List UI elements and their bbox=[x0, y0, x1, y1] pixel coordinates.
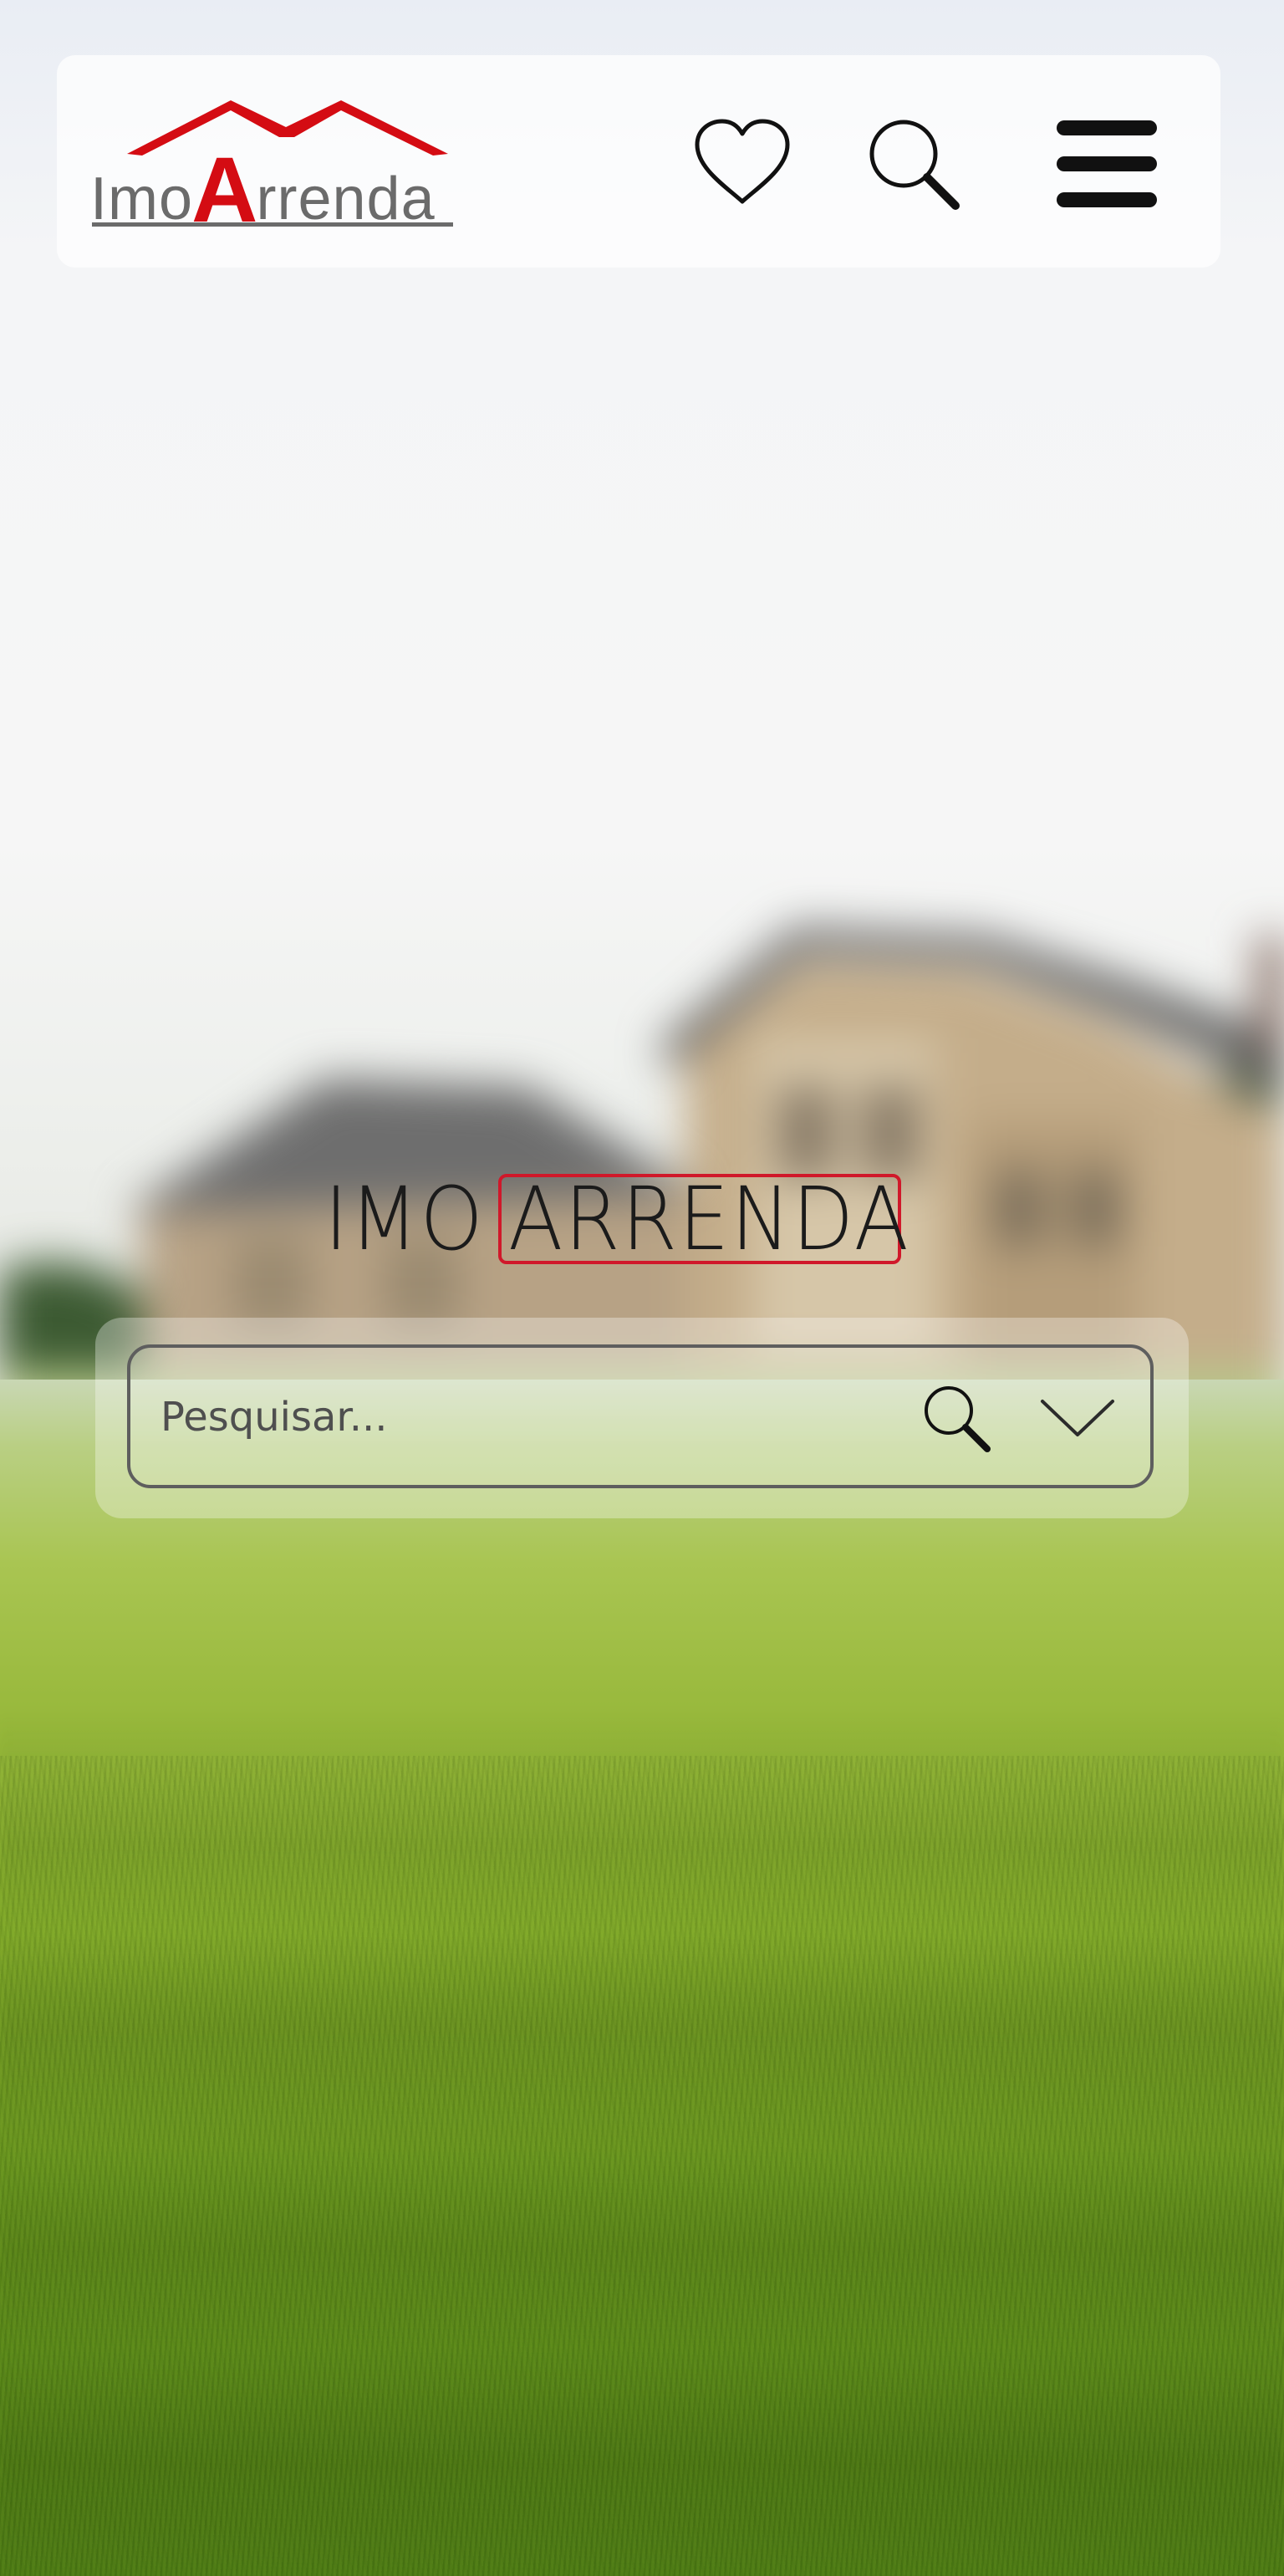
favorites-button[interactable] bbox=[692, 114, 792, 214]
chevron-down-icon bbox=[1041, 1400, 1114, 1436]
search-box bbox=[127, 1344, 1154, 1488]
menu-button[interactable] bbox=[1057, 114, 1157, 214]
logo-highlight-letter: A bbox=[191, 138, 258, 242]
hero-brand-wordmark: IMO ARRENDA bbox=[324, 1168, 911, 1270]
grass-texture bbox=[0, 1756, 1284, 2576]
brand-boxed-text: ARRENDA bbox=[508, 1168, 911, 1270]
search-panel bbox=[95, 1318, 1189, 1518]
brand-prefix: IMO bbox=[324, 1168, 485, 1270]
logo-suffix: rrenda bbox=[256, 166, 436, 232]
top-navigation-bar: Imo A rrenda bbox=[57, 55, 1220, 268]
search-icon bbox=[869, 120, 960, 210]
site-logo[interactable]: Imo A rrenda bbox=[90, 94, 458, 242]
logo-prefix: Imo bbox=[90, 166, 194, 232]
logo-underline bbox=[92, 222, 453, 227]
heart-icon bbox=[695, 119, 790, 204]
search-filter-dropdown[interactable] bbox=[1032, 1376, 1124, 1460]
search-submit-button[interactable] bbox=[913, 1376, 1000, 1460]
search-input[interactable] bbox=[159, 1373, 898, 1461]
brand-boxed-frame: ARRENDA bbox=[498, 1168, 911, 1270]
hero-background-image bbox=[0, 0, 1284, 2576]
hamburger-menu-icon bbox=[1057, 120, 1157, 207]
logo-wordmark: Imo A rrenda bbox=[90, 138, 436, 242]
search-icon bbox=[925, 1386, 991, 1452]
header-search-button[interactable] bbox=[864, 114, 964, 214]
page: Imo A rrenda IMO ARRENDA Pesquisar... bbox=[0, 0, 1284, 2576]
